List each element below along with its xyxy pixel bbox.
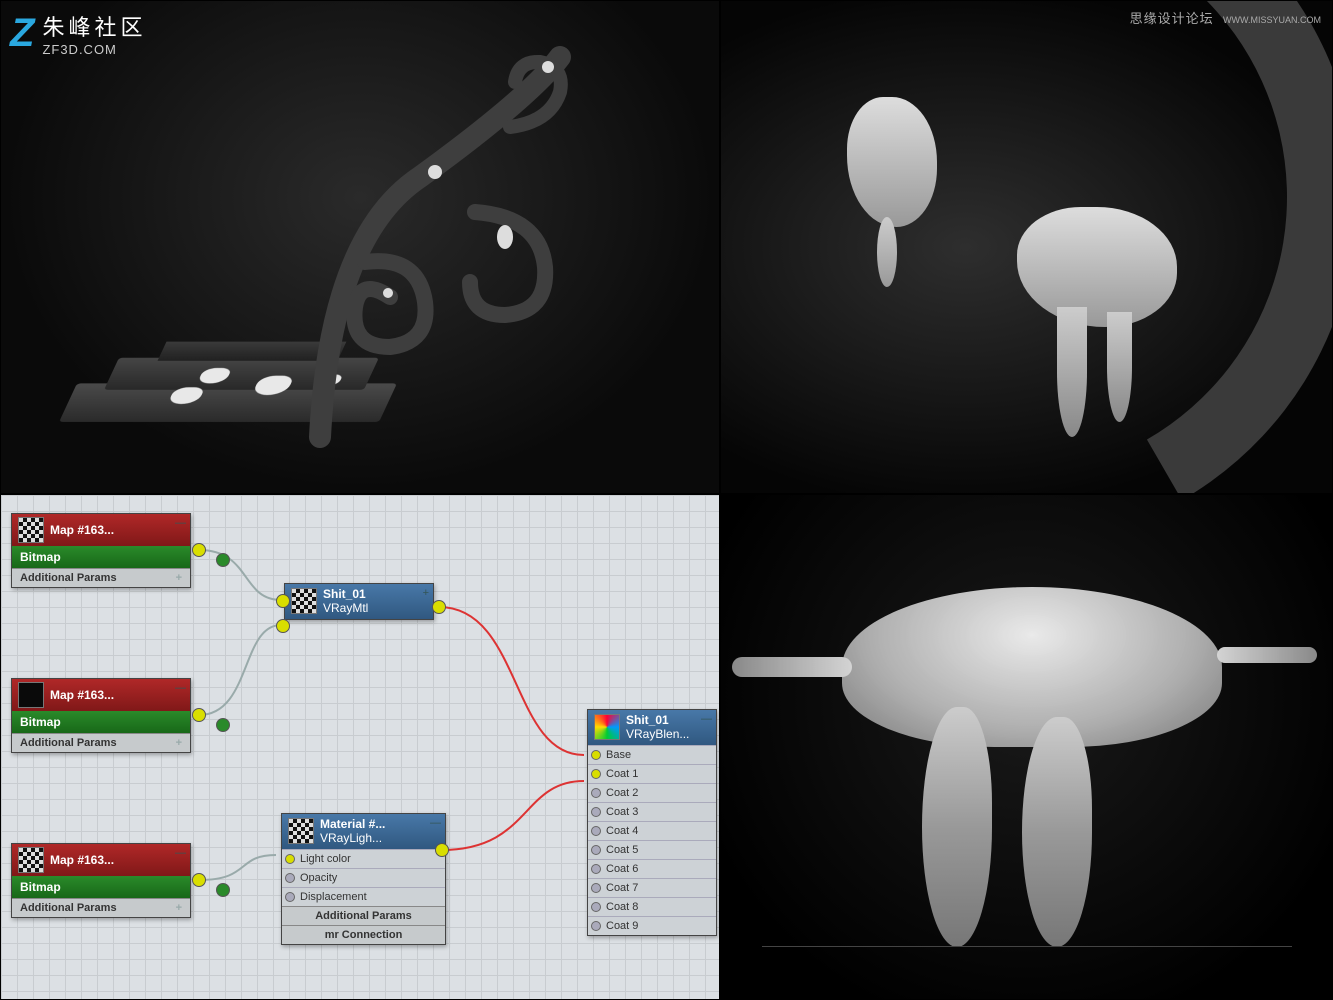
node-output-socket[interactable] bbox=[216, 553, 230, 567]
socket-icon[interactable] bbox=[591, 883, 601, 893]
node-input-socket[interactable] bbox=[276, 594, 290, 608]
node-output-socket[interactable] bbox=[216, 883, 230, 897]
node-title: Map #163... bbox=[50, 688, 114, 702]
node-title: Material #... bbox=[320, 817, 385, 831]
collapse-icon[interactable]: — bbox=[430, 817, 441, 829]
expand-icon[interactable]: + bbox=[176, 572, 182, 584]
node-type-label: Bitmap bbox=[12, 546, 190, 568]
watermark-right: 思缘设计论坛 WWW.MISSYUAN.COM bbox=[1130, 8, 1321, 27]
additional-params-row[interactable]: Additional Params bbox=[282, 906, 445, 925]
node-thumbnail-icon bbox=[594, 714, 620, 740]
node-output-socket[interactable] bbox=[216, 718, 230, 732]
node-vrayblend[interactable]: Shit_01VRayBlen... — Base Coat 1 Coat 2 C… bbox=[587, 709, 717, 936]
node-thumbnail-icon bbox=[288, 818, 314, 844]
additional-params-row[interactable]: Additional Params+ bbox=[12, 733, 190, 752]
socket-icon[interactable] bbox=[591, 864, 601, 874]
additional-params-row[interactable]: Additional Params+ bbox=[12, 898, 190, 917]
node-bitmap-2[interactable]: Map #163... — Bitmap Additional Params+ bbox=[11, 678, 191, 753]
slot-base[interactable]: Base bbox=[588, 745, 716, 764]
viewport-drip-closeup[interactable] bbox=[720, 0, 1333, 494]
node-title: Map #163... bbox=[50, 523, 114, 537]
node-type-label: Bitmap bbox=[12, 876, 190, 898]
scroll-arm bbox=[280, 37, 620, 457]
sculpted-drip-mesh bbox=[762, 517, 1292, 977]
slot-opacity[interactable]: Opacity bbox=[282, 868, 445, 887]
expand-icon[interactable]: + bbox=[176, 737, 182, 749]
socket-icon[interactable] bbox=[591, 921, 601, 931]
node-title: Shit_01 bbox=[626, 713, 689, 727]
node-output-socket[interactable] bbox=[432, 600, 446, 614]
additional-params-row[interactable]: Additional Params+ bbox=[12, 568, 190, 587]
node-output-socket[interactable] bbox=[192, 543, 206, 557]
watermark-left: Z 朱峰社区 ZF3D.COM bbox=[10, 10, 146, 57]
node-vraylight[interactable]: Material #...VRayLigh... — Light color Op… bbox=[281, 813, 446, 945]
slot-coat-7[interactable]: Coat 7 bbox=[588, 878, 716, 897]
material-node-editor[interactable]: Map #163...— Bitmap Additional Params+ M… bbox=[0, 494, 720, 1000]
slot-coat-8[interactable]: Coat 8 bbox=[588, 897, 716, 916]
watermark-right-cn: 思缘设计论坛 bbox=[1130, 11, 1214, 26]
watermark-left-en: ZF3D.COM bbox=[42, 42, 146, 57]
collapse-icon[interactable]: — bbox=[175, 847, 186, 859]
slot-coat-2[interactable]: Coat 2 bbox=[588, 783, 716, 802]
collapse-icon[interactable]: — bbox=[701, 713, 712, 725]
node-title: Shit_01 bbox=[323, 587, 368, 601]
ornament-model bbox=[40, 27, 680, 467]
watermark-right-en: WWW.MISSYUAN.COM bbox=[1223, 15, 1321, 25]
node-thumbnail-icon bbox=[291, 588, 317, 614]
expand-icon[interactable]: + bbox=[423, 587, 429, 599]
socket-icon[interactable] bbox=[285, 873, 295, 883]
node-type-label: VRayMtl bbox=[323, 601, 368, 615]
socket-icon[interactable] bbox=[591, 826, 601, 836]
node-output-socket[interactable] bbox=[192, 873, 206, 887]
viewport-sculpt-closeup[interactable] bbox=[720, 494, 1333, 1000]
slot-coat-9[interactable]: Coat 9 bbox=[588, 916, 716, 935]
node-bitmap-1[interactable]: Map #163... — Bitmap Additional Params+ bbox=[11, 513, 191, 588]
node-thumbnail-icon bbox=[18, 847, 44, 873]
socket-icon[interactable] bbox=[591, 750, 601, 760]
zf3d-logo-icon: Z bbox=[10, 11, 34, 56]
node-output-socket[interactable] bbox=[192, 708, 206, 722]
node-input-socket[interactable] bbox=[276, 619, 290, 633]
slot-coat-4[interactable]: Coat 4 bbox=[588, 821, 716, 840]
socket-icon[interactable] bbox=[591, 788, 601, 798]
slot-coat-3[interactable]: Coat 3 bbox=[588, 802, 716, 821]
socket-icon[interactable] bbox=[285, 892, 295, 902]
collapse-icon[interactable]: — bbox=[175, 682, 186, 694]
slot-coat-6[interactable]: Coat 6 bbox=[588, 859, 716, 878]
slot-coat-1[interactable]: Coat 1 bbox=[588, 764, 716, 783]
collapse-icon[interactable]: — bbox=[175, 517, 186, 529]
node-output-socket[interactable] bbox=[435, 843, 449, 857]
node-thumbnail-icon bbox=[18, 517, 44, 543]
slot-light-color[interactable]: Light color bbox=[282, 849, 445, 868]
slot-coat-5[interactable]: Coat 5 bbox=[588, 840, 716, 859]
node-vraymtl[interactable]: Shit_01VRayMtl + bbox=[284, 583, 434, 620]
node-type-label: Bitmap bbox=[12, 711, 190, 733]
socket-icon[interactable] bbox=[285, 854, 295, 864]
viewport-ornament-wide[interactable] bbox=[0, 0, 720, 494]
node-thumbnail-icon bbox=[18, 682, 44, 708]
socket-icon[interactable] bbox=[591, 845, 601, 855]
mr-connection-row[interactable]: mr Connection bbox=[282, 925, 445, 944]
socket-icon[interactable] bbox=[591, 902, 601, 912]
expand-icon[interactable]: + bbox=[176, 902, 182, 914]
node-title: Map #163... bbox=[50, 853, 114, 867]
node-type-label: VRayBlen... bbox=[626, 727, 689, 741]
node-bitmap-3[interactable]: Map #163... — Bitmap Additional Params+ bbox=[11, 843, 191, 918]
watermark-left-cn: 朱峰社区 bbox=[42, 10, 146, 42]
curved-arm-closeup bbox=[737, 27, 1317, 467]
socket-icon[interactable] bbox=[591, 807, 601, 817]
node-type-label: VRayLigh... bbox=[320, 831, 385, 845]
socket-icon[interactable] bbox=[591, 769, 601, 779]
slot-displacement[interactable]: Displacement bbox=[282, 887, 445, 906]
